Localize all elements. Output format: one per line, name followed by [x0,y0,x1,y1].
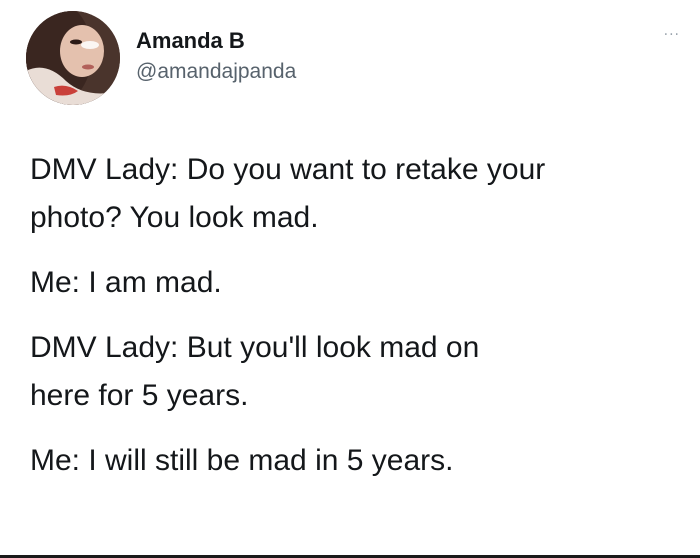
tweet-line: DMV Lady: But you'll look mad on [30,331,480,364]
tweet-text: DMV Lady: Do you want to retake your pho… [30,146,690,502]
tweet-line: DMV Lady: Do you want to retake your [30,153,546,186]
tweet-paragraph: Me: I will still be mad in 5 years. [30,437,690,485]
avatar-photo-icon [26,11,120,105]
tweet-line: photo? You look mad. [30,201,319,234]
tweet-paragraph: Me: I am mad. [30,259,690,307]
tweet-paragraph: DMV Lady: But you'll look mad on here fo… [30,324,690,420]
more-options-icon[interactable]: ··· [664,28,680,42]
tweet-author: Amanda B @amandajpanda [136,28,296,84]
tweet-line: here for 5 years. [30,379,249,412]
tweet-card: Amanda B @amandajpanda ··· DMV Lady: Do … [0,0,700,558]
tweet-line: Me: I will still be mad in 5 years. [30,444,454,477]
avatar[interactable] [26,11,120,105]
tweet-line: Me: I am mad. [30,266,222,299]
author-handle[interactable]: @amandajpanda [136,60,296,84]
tweet-paragraph: DMV Lady: Do you want to retake your pho… [30,146,690,242]
author-display-name[interactable]: Amanda B [136,28,296,54]
